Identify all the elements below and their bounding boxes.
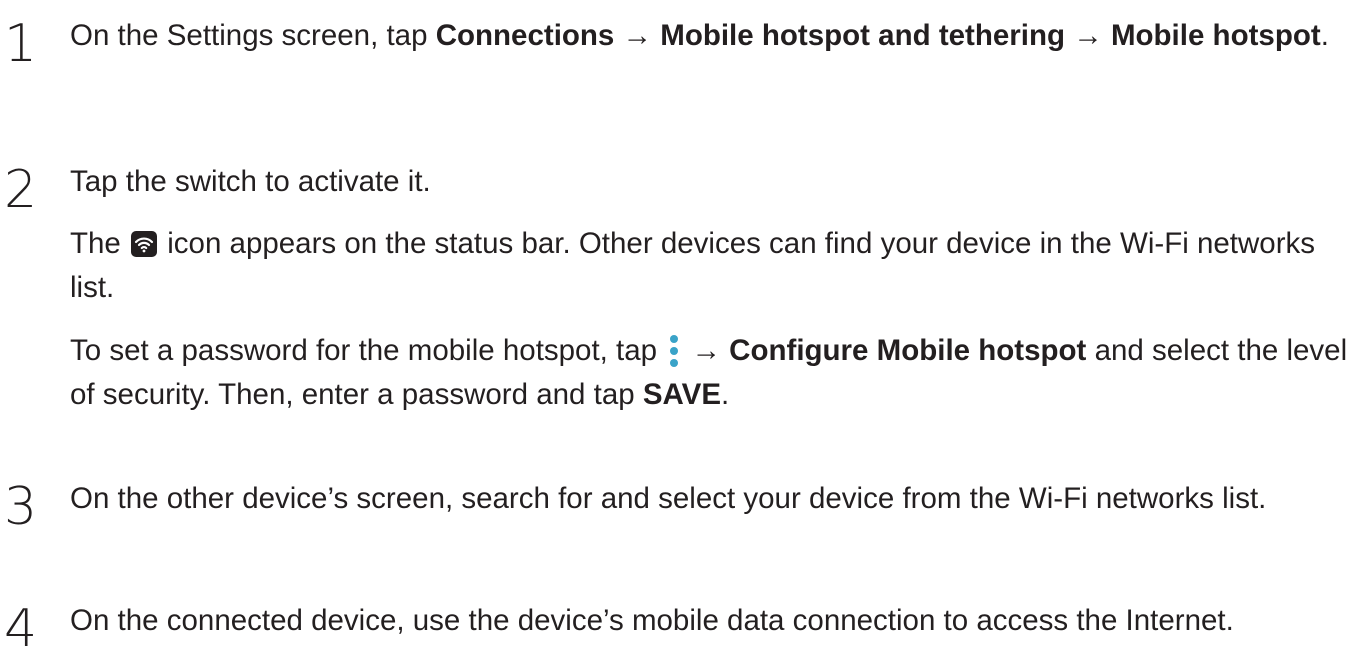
step-2-text: Tap the switch to activate it. <box>70 165 431 198</box>
text-run: icon appears on the status bar. Other de… <box>70 227 1316 304</box>
more-options-icon <box>667 334 681 368</box>
menu-path-connections: Connections <box>435 19 615 52</box>
menu-path-mobile-hotspot: Mobile hotspot <box>1110 19 1321 52</box>
step-number: 2 <box>4 160 38 220</box>
step-number: 1 <box>4 14 38 74</box>
menu-path-configure-mobile-hotspot: Configure Mobile hotspot <box>729 334 1087 367</box>
step-3-text: On the other device’s screen, search for… <box>70 482 1267 515</box>
step-2-note-password: To set a password for the mobile hotspot… <box>70 329 1350 417</box>
text-run: To set a password for the mobile hotspot… <box>70 334 666 367</box>
arrow-separator: → <box>683 334 730 367</box>
step-number: 4 <box>4 599 38 659</box>
step-1-text: On the Settings screen, tap Connections … <box>70 14 1350 58</box>
text-run: . <box>721 378 730 411</box>
arrow-separator: → <box>1065 19 1111 52</box>
menu-path-mobile-hotspot-and-tethering: Mobile hotspot and tethering <box>660 19 1066 52</box>
step-2-note-icon: The icon appears on the status bar. Othe… <box>70 222 1350 310</box>
step-number: 3 <box>4 477 38 537</box>
step-4-text: On the connected device, use the device’… <box>70 604 1234 637</box>
text-run: The <box>70 227 130 260</box>
arrow-separator: → <box>614 19 661 52</box>
wifi-hotspot-icon <box>131 231 158 257</box>
button-name-save: SAVE <box>642 378 722 411</box>
text-run: On the Settings screen, tap <box>70 19 436 52</box>
text-run: . <box>1320 19 1329 52</box>
